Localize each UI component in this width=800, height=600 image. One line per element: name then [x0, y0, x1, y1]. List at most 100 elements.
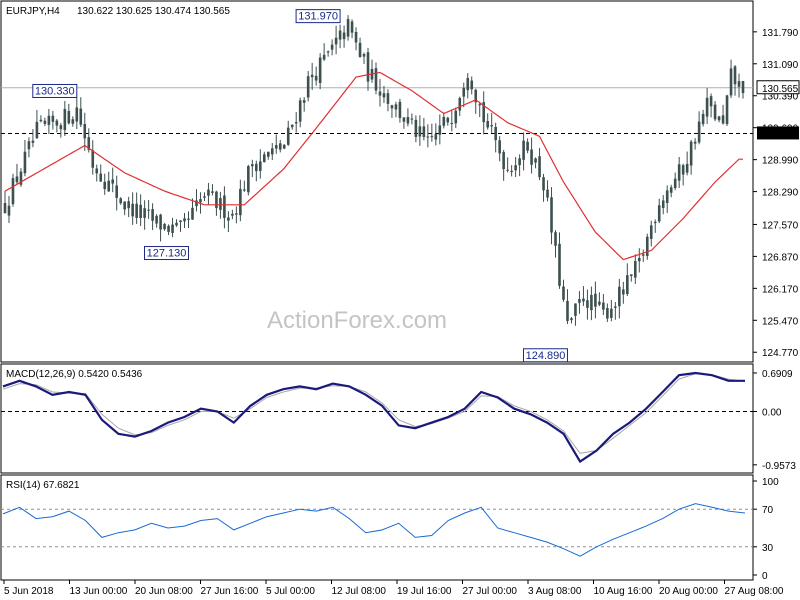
price-tick-label: 126.170 — [762, 284, 799, 295]
candle-body — [566, 300, 569, 321]
candle-body — [685, 163, 689, 173]
candle-body — [294, 122, 298, 124]
candle-body — [717, 116, 721, 121]
candle — [247, 164, 250, 196]
candle-body — [266, 151, 270, 157]
candle-body — [633, 261, 637, 278]
candle-body — [286, 127, 290, 145]
candle-body — [713, 104, 717, 120]
candle-body — [586, 300, 589, 308]
candle-body — [27, 141, 31, 150]
candle-body — [438, 125, 442, 135]
candle-body — [115, 185, 118, 198]
candle-body — [697, 121, 701, 143]
candle-body — [95, 168, 99, 174]
candle-body — [159, 214, 162, 230]
candle — [725, 94, 729, 127]
candle-body — [546, 189, 549, 198]
support-level-label: 129.564 — [762, 129, 799, 140]
candle-body — [131, 203, 134, 217]
candle-body — [514, 165, 517, 171]
candle-body — [79, 108, 83, 125]
rsi-tick-label: 30 — [762, 543, 774, 554]
candle-body — [322, 54, 326, 60]
candle-body — [338, 30, 342, 40]
candle-body — [171, 224, 174, 233]
candle-body — [139, 204, 142, 218]
candle-body — [147, 209, 150, 211]
candle-body — [350, 21, 354, 33]
candle-body — [203, 196, 206, 198]
price-tick-label: 131.090 — [762, 60, 799, 71]
candle-body — [657, 205, 661, 222]
candle-body — [422, 126, 426, 138]
price-tick-label: 125.470 — [762, 316, 799, 327]
candle-body — [55, 120, 59, 126]
candle-body — [15, 176, 19, 183]
candle-body — [542, 177, 545, 191]
candle-body — [689, 141, 693, 166]
price-tick-label: 131.790 — [762, 28, 799, 39]
rsi-y-axis: 100 70 30 0 — [753, 477, 779, 582]
support-level-tag: 129.564 — [757, 126, 799, 140]
annotation-label: 124.890 — [526, 350, 566, 362]
candle-body — [570, 318, 573, 321]
candle-body — [414, 119, 418, 137]
rsi-tick-label: 0 — [762, 571, 768, 582]
macd-tick-label: -0.9573 — [762, 461, 796, 472]
candle-body — [235, 213, 238, 215]
candle-body — [127, 201, 130, 209]
candle-body — [314, 75, 318, 81]
annotation-label: 131.970 — [298, 11, 338, 23]
candle-body — [298, 100, 302, 122]
eurjpy-chart: ActionForex.com EURJPY,H4 130.622 130.62… — [0, 0, 800, 597]
candle-body — [123, 201, 126, 210]
candle-body — [598, 301, 601, 305]
candle-body — [11, 178, 15, 205]
candle-body — [83, 124, 87, 139]
price-tick-label: 128.290 — [762, 188, 799, 199]
candle-body — [358, 42, 362, 57]
price-annotation: 131.970 — [295, 9, 341, 24]
candle-body — [637, 257, 641, 262]
x-tick-label: 27 Aug 08:00 — [725, 586, 784, 597]
candle-body — [578, 299, 581, 303]
candle-body — [175, 222, 178, 226]
price-tick-label: 127.570 — [762, 220, 799, 231]
candle-body — [498, 140, 501, 154]
candle-body — [167, 225, 170, 232]
candle-body — [486, 121, 489, 128]
candle-body — [35, 121, 39, 139]
current-price-label: 130.565 — [762, 84, 799, 95]
candle-body — [251, 164, 254, 167]
watermark: ActionForex.com — [267, 307, 447, 334]
candle-body — [394, 104, 398, 110]
candle-body — [466, 78, 470, 91]
candle-body — [75, 107, 79, 122]
candle-body — [450, 123, 454, 125]
candle-body — [183, 218, 186, 222]
candle-body — [318, 57, 322, 84]
candle-body — [681, 165, 685, 175]
candle-body — [255, 163, 258, 172]
candle-body — [330, 44, 334, 50]
price-tick-label: 126.870 — [762, 252, 799, 263]
x-tick-label: 5 Jul 00:00 — [266, 586, 315, 597]
candle-body — [725, 95, 729, 125]
candle-body — [618, 286, 621, 307]
candle-body — [518, 158, 521, 166]
candle-body — [163, 223, 166, 230]
candle-body — [43, 120, 47, 124]
candle-body — [326, 51, 330, 53]
x-tick-label: 12 Jul 08:00 — [332, 586, 387, 597]
candle-body — [39, 119, 43, 122]
candle-body — [526, 141, 529, 151]
candle-body — [506, 169, 509, 171]
current-price-tag: 130.565 — [756, 80, 800, 95]
candle-body — [661, 200, 665, 208]
candle-body — [737, 81, 741, 87]
annotation-label: 130.330 — [35, 85, 75, 97]
candle-body — [446, 117, 450, 123]
candle-body — [63, 109, 67, 131]
candle-body — [119, 198, 122, 204]
